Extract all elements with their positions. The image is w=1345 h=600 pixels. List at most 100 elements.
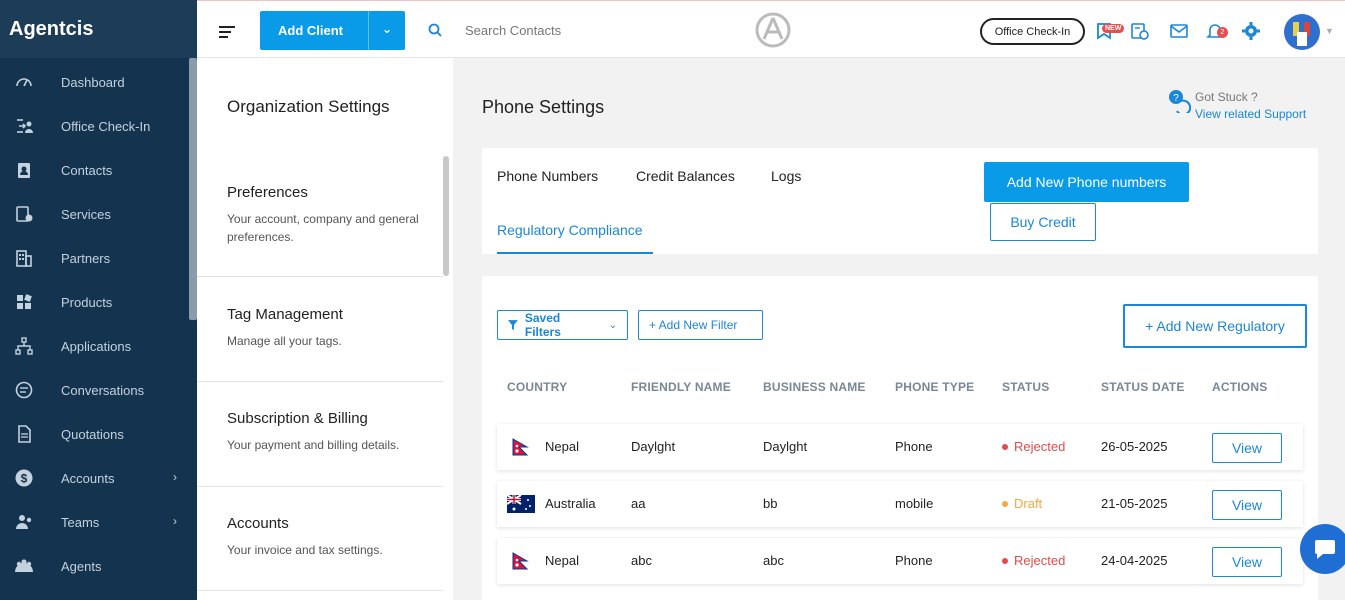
help-caption: Got Stuck ? bbox=[1195, 90, 1258, 104]
team-icon bbox=[12, 512, 36, 532]
view-button[interactable]: View bbox=[1212, 547, 1282, 577]
sidebar-nav: Dashboard Office Check-In Contacts Services… bbox=[0, 58, 197, 588]
sidebar-item-label: Partners bbox=[61, 250, 111, 266]
brand-logo[interactable]: Agentcis bbox=[0, 0, 197, 58]
saved-filters-button[interactable]: Saved Filters ⌄ bbox=[497, 310, 628, 340]
org-section-title: Tag Management bbox=[227, 306, 343, 323]
mail-icon[interactable] bbox=[1169, 21, 1189, 41]
sidebar-item-agents[interactable]: Agents bbox=[0, 544, 197, 588]
tab-regulatory-compliance[interactable]: Regulatory Compliance bbox=[497, 222, 643, 238]
view-support-link[interactable]: View related Support bbox=[1195, 106, 1306, 123]
dollar-icon: $ bbox=[12, 468, 36, 488]
tab-logs[interactable]: Logs bbox=[771, 168, 801, 184]
status-dot bbox=[1002, 557, 1008, 564]
add-new-filter-button[interactable]: + Add New Filter bbox=[638, 310, 763, 340]
sidebar-item-label: Dashboard bbox=[61, 74, 125, 90]
org-section-title: Accounts bbox=[227, 515, 289, 532]
active-tab-indicator bbox=[497, 252, 653, 254]
view-button[interactable]: View bbox=[1212, 433, 1282, 463]
status-badge: Rejected bbox=[1002, 439, 1065, 454]
org-section-title: Subscription & Billing bbox=[227, 410, 368, 427]
office-checkin-button[interactable]: Office Check-In bbox=[980, 18, 1085, 45]
org-section-tag-management[interactable]: Tag Management Manage all your tags. bbox=[197, 306, 443, 382]
new-badge: NEW bbox=[1102, 24, 1125, 33]
sidebar-item-quotations[interactable]: Quotations bbox=[0, 412, 197, 456]
sidebar-item-label: Teams bbox=[61, 514, 100, 530]
add-client-label: Add Client bbox=[278, 23, 343, 38]
org-panel-scrollbar[interactable] bbox=[443, 156, 449, 276]
chevron-down-icon[interactable]: ▼ bbox=[1325, 26, 1334, 36]
chevron-right-icon[interactable]: › bbox=[173, 470, 177, 484]
org-section-preferences[interactable]: Preferences Your account, company and ge… bbox=[197, 184, 443, 277]
view-button[interactable]: View bbox=[1212, 490, 1282, 520]
tab-phone-numbers[interactable]: Phone Numbers bbox=[497, 168, 598, 184]
top-header: Add Client ⌄ Office Check-In NEW 2 ▼ bbox=[197, 0, 1345, 58]
status-dot bbox=[1002, 443, 1008, 450]
org-section-accounts[interactable]: Accounts Your invoice and tax settings. bbox=[197, 515, 443, 591]
table-row: Nepal abc abc Phone Rejected 24-04-2025 View bbox=[497, 538, 1303, 584]
sidebar-item-label: Office Check-In bbox=[61, 118, 151, 134]
org-section-subscription-billing[interactable]: Subscription & Billing Your payment and … bbox=[197, 410, 443, 487]
add-phone-numbers-button[interactable]: Add New Phone numbers bbox=[984, 162, 1189, 202]
search-icon[interactable] bbox=[428, 23, 442, 37]
cell-business-name: Daylght bbox=[763, 439, 808, 454]
sidebar-item-partners[interactable]: Partners bbox=[0, 236, 197, 280]
column-header-phone-type: PHONE TYPE bbox=[895, 380, 975, 394]
building-icon bbox=[12, 248, 36, 268]
org-section-title: Preferences bbox=[227, 184, 308, 201]
status-text: Rejected bbox=[1014, 439, 1066, 454]
flow-icon bbox=[12, 336, 36, 356]
sidebar-item-products[interactable]: Products bbox=[0, 280, 197, 324]
org-section-desc: Your payment and billing details. bbox=[227, 438, 400, 452]
sidebar-item-label: Quotations bbox=[61, 426, 124, 442]
help-support[interactable]: ? Got Stuck ? View related Support bbox=[1167, 89, 1306, 123]
services-icon bbox=[12, 204, 36, 224]
chat-bubble-icon bbox=[1315, 540, 1335, 559]
cell-status-date: 21-05-2025 bbox=[1101, 496, 1168, 511]
support-chat-icon: ? bbox=[1169, 90, 1191, 113]
sidebar-item-label: Applications bbox=[61, 338, 132, 354]
tasks-icon[interactable] bbox=[1130, 21, 1150, 41]
org-section-desc: Manage all your tags. bbox=[227, 334, 342, 348]
sidebar-item-conversations[interactable]: Conversations bbox=[0, 368, 197, 412]
column-header-status-date: STATUS DATE bbox=[1101, 380, 1185, 394]
add-new-regulatory-button[interactable]: + Add New Regulatory bbox=[1123, 304, 1307, 348]
buy-credit-button[interactable]: Buy Credit bbox=[990, 203, 1096, 241]
tab-credit-balances[interactable]: Credit Balances bbox=[636, 168, 735, 184]
sidebar-item-label: Services bbox=[61, 206, 111, 222]
menu-toggle-icon[interactable] bbox=[219, 26, 235, 41]
table-row: Nepal Daylght Daylght Phone Rejected 26-05-20… bbox=[497, 424, 1303, 470]
cell-phone-type: Phone bbox=[895, 553, 933, 568]
cell-country: Nepal bbox=[545, 553, 579, 568]
column-header-friendly-name: FRIENDLY NAME bbox=[631, 380, 731, 394]
column-header-status: STATUS bbox=[1002, 380, 1050, 394]
regulatory-list-card: Saved Filters ⌄ + Add New Filter + Add N… bbox=[482, 276, 1318, 600]
gear-icon[interactable] bbox=[1241, 21, 1261, 41]
chevron-right-icon[interactable]: › bbox=[173, 514, 177, 528]
user-avatar[interactable] bbox=[1284, 14, 1320, 50]
status-dot bbox=[1002, 500, 1008, 507]
sidebar: Agentcis Dashboard Office Check-In Contact… bbox=[0, 0, 197, 600]
sidebar-item-teams[interactable]: Teams › bbox=[0, 500, 197, 544]
chevron-down-icon[interactable]: ⌄ bbox=[382, 22, 392, 36]
cell-business-name: abc bbox=[763, 553, 784, 568]
status-text: Rejected bbox=[1014, 553, 1066, 568]
phone-settings-tabs: Phone Numbers Credit Balances Logs Regul… bbox=[482, 148, 1318, 254]
sidebar-item-services[interactable]: Services bbox=[0, 192, 197, 236]
sidebar-item-contacts[interactable]: Contacts bbox=[0, 148, 197, 192]
add-client-button[interactable]: Add Client ⌄ bbox=[260, 11, 405, 50]
notification-count-badge: 2 bbox=[1217, 27, 1228, 38]
cell-country: Nepal bbox=[545, 439, 579, 454]
checkin-icon bbox=[12, 116, 36, 136]
nepal-flag-icon bbox=[507, 552, 535, 570]
search-contacts-input[interactable] bbox=[465, 17, 665, 43]
sidebar-item-dashboard[interactable]: Dashboard bbox=[0, 60, 197, 104]
sidebar-item-applications[interactable]: Applications bbox=[0, 324, 197, 368]
add-client-divider bbox=[368, 11, 369, 50]
status-badge: Draft bbox=[1002, 496, 1042, 511]
status-text: Draft bbox=[1014, 496, 1043, 511]
live-chat-button[interactable] bbox=[1300, 524, 1345, 574]
sidebar-item-office-check-in[interactable]: Office Check-In bbox=[0, 104, 197, 148]
sidebar-item-accounts[interactable]: $ Accounts › bbox=[0, 456, 197, 500]
sidebar-item-label: Products bbox=[61, 294, 113, 310]
